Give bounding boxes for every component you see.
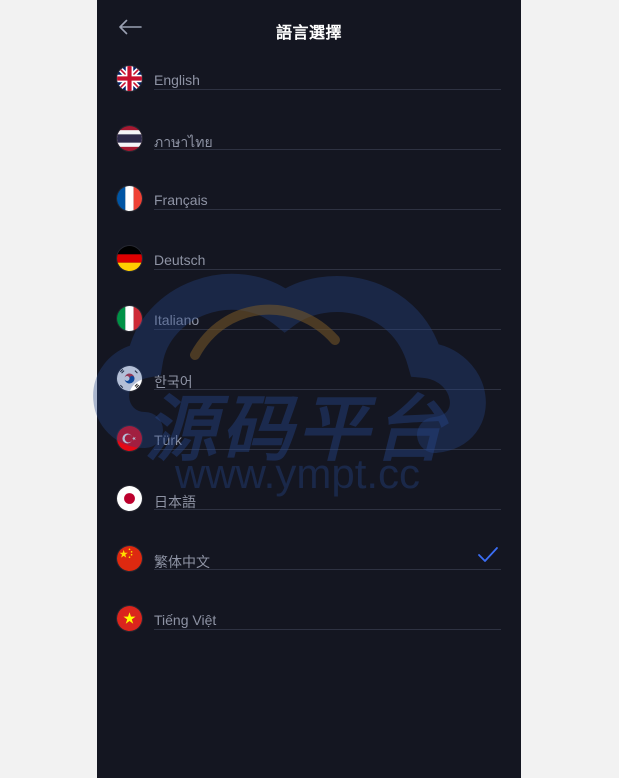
- divider: [154, 209, 501, 210]
- language-item-traditional-chinese[interactable]: 繁体中文: [97, 540, 521, 600]
- page-title: 語言選擇: [275, 25, 342, 42]
- language-label: Italiano: [154, 312, 200, 328]
- language-label: English: [154, 72, 200, 88]
- divider: [154, 329, 501, 330]
- language-label: Türk: [154, 432, 182, 448]
- language-label: Français: [154, 192, 208, 208]
- divider: [154, 569, 501, 570]
- language-item-french[interactable]: Français: [97, 180, 521, 240]
- germany-flag-icon: [117, 246, 142, 271]
- turkey-flag-icon: [117, 426, 142, 451]
- divider: [154, 509, 501, 510]
- vietnam-flag-icon: [117, 606, 142, 631]
- language-screen: 語言選擇 English ภาษาไทย Français Deutsch It…: [97, 0, 521, 778]
- uk-flag-icon: [117, 66, 142, 91]
- language-item-thai[interactable]: ภาษาไทย: [97, 120, 521, 180]
- divider: [154, 449, 501, 450]
- italy-flag-icon: [117, 306, 142, 331]
- language-item-japanese[interactable]: 日本語: [97, 480, 521, 540]
- language-item-german[interactable]: Deutsch: [97, 240, 521, 300]
- checkmark-icon: [478, 547, 498, 562]
- language-item-vietnamese[interactable]: Tiếng Việt: [97, 600, 521, 660]
- divider: [154, 89, 501, 90]
- language-label: Tiếng Việt: [154, 612, 217, 628]
- japan-flag-icon: [117, 486, 142, 511]
- language-item-italian[interactable]: Italiano: [97, 300, 521, 360]
- header: 語言選擇: [97, 0, 521, 56]
- language-item-turkish[interactable]: Türk: [97, 420, 521, 480]
- language-item-korean[interactable]: 한국어: [97, 360, 521, 420]
- language-label: ภาษาไทย: [154, 134, 213, 150]
- divider: [154, 149, 501, 150]
- language-label: Deutsch: [154, 252, 206, 268]
- korea-flag-icon: [117, 366, 142, 391]
- language-list: English ภาษาไทย Français Deutsch Italian…: [97, 60, 521, 660]
- thailand-flag-icon: [117, 126, 142, 151]
- divider: [154, 629, 501, 630]
- china-flag-icon: [117, 546, 142, 571]
- language-item-english[interactable]: English: [97, 60, 521, 120]
- divider: [154, 269, 501, 270]
- divider: [154, 389, 501, 390]
- france-flag-icon: [117, 186, 142, 211]
